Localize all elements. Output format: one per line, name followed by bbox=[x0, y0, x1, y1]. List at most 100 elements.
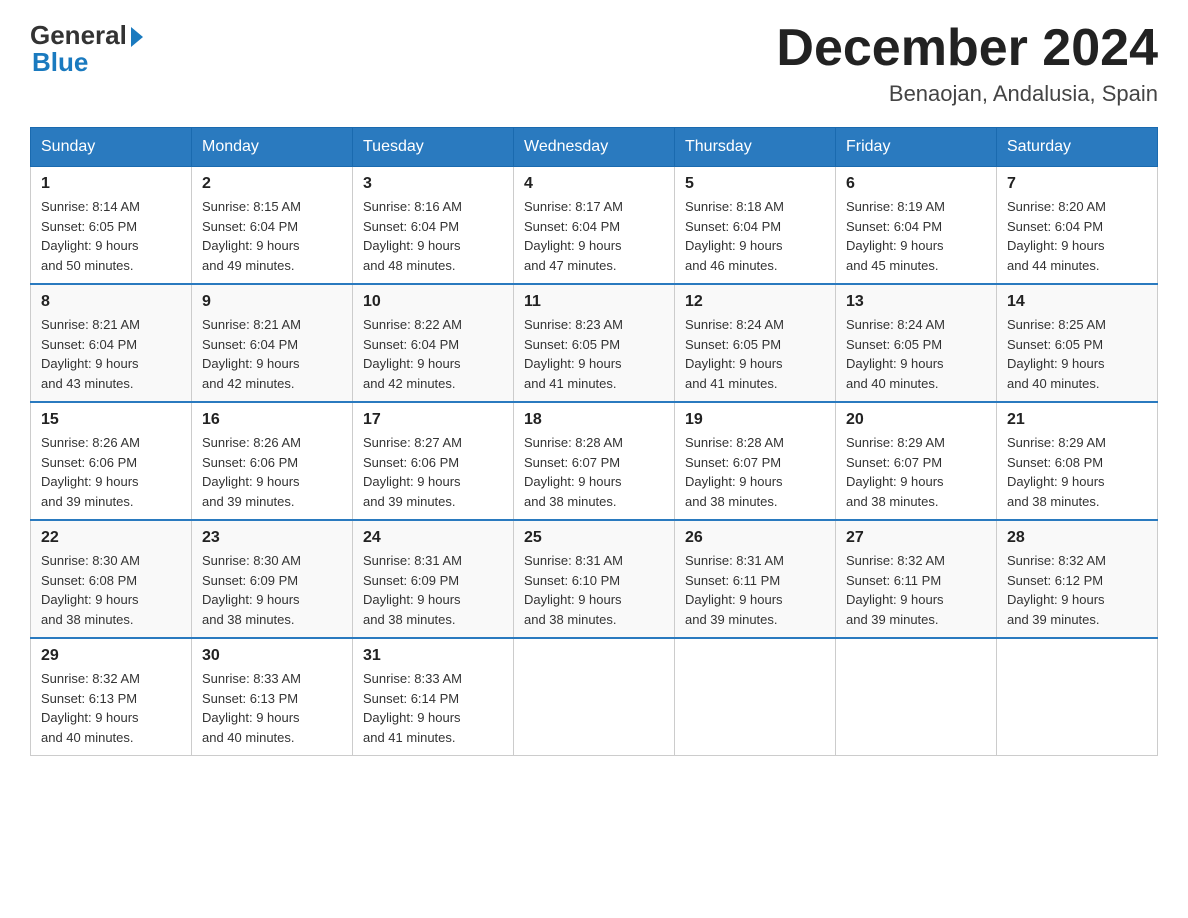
day-number: 3 bbox=[363, 175, 503, 193]
day-number: 25 bbox=[524, 529, 664, 547]
day-number: 11 bbox=[524, 293, 664, 311]
calendar-cell: 28 Sunrise: 8:32 AM Sunset: 6:12 PM Dayl… bbox=[997, 520, 1158, 638]
day-info: Sunrise: 8:18 AM Sunset: 6:04 PM Dayligh… bbox=[685, 197, 825, 275]
day-info: Sunrise: 8:24 AM Sunset: 6:05 PM Dayligh… bbox=[685, 315, 825, 393]
weekday-header-tuesday: Tuesday bbox=[353, 128, 514, 167]
calendar-header-row: SundayMondayTuesdayWednesdayThursdayFrid… bbox=[31, 128, 1158, 167]
day-info: Sunrise: 8:22 AM Sunset: 6:04 PM Dayligh… bbox=[363, 315, 503, 393]
day-number: 27 bbox=[846, 529, 986, 547]
day-number: 19 bbox=[685, 411, 825, 429]
day-info: Sunrise: 8:21 AM Sunset: 6:04 PM Dayligh… bbox=[202, 315, 342, 393]
calendar-cell: 29 Sunrise: 8:32 AM Sunset: 6:13 PM Dayl… bbox=[31, 638, 192, 756]
page-header: General Blue December 2024 Benaojan, And… bbox=[30, 20, 1158, 107]
day-number: 17 bbox=[363, 411, 503, 429]
calendar-cell: 24 Sunrise: 8:31 AM Sunset: 6:09 PM Dayl… bbox=[353, 520, 514, 638]
day-info: Sunrise: 8:33 AM Sunset: 6:14 PM Dayligh… bbox=[363, 669, 503, 747]
day-number: 1 bbox=[41, 175, 181, 193]
calendar-cell: 19 Sunrise: 8:28 AM Sunset: 6:07 PM Dayl… bbox=[675, 402, 836, 520]
day-info: Sunrise: 8:31 AM Sunset: 6:11 PM Dayligh… bbox=[685, 551, 825, 629]
month-title: December 2024 bbox=[776, 20, 1158, 77]
day-info: Sunrise: 8:28 AM Sunset: 6:07 PM Dayligh… bbox=[685, 433, 825, 511]
calendar-cell: 17 Sunrise: 8:27 AM Sunset: 6:06 PM Dayl… bbox=[353, 402, 514, 520]
calendar-cell: 15 Sunrise: 8:26 AM Sunset: 6:06 PM Dayl… bbox=[31, 402, 192, 520]
weekday-header-wednesday: Wednesday bbox=[514, 128, 675, 167]
calendar-cell: 16 Sunrise: 8:26 AM Sunset: 6:06 PM Dayl… bbox=[192, 402, 353, 520]
day-number: 21 bbox=[1007, 411, 1147, 429]
weekday-header-sunday: Sunday bbox=[31, 128, 192, 167]
calendar-cell: 25 Sunrise: 8:31 AM Sunset: 6:10 PM Dayl… bbox=[514, 520, 675, 638]
day-number: 6 bbox=[846, 175, 986, 193]
logo-blue-text: Blue bbox=[32, 47, 88, 78]
day-info: Sunrise: 8:27 AM Sunset: 6:06 PM Dayligh… bbox=[363, 433, 503, 511]
day-info: Sunrise: 8:33 AM Sunset: 6:13 PM Dayligh… bbox=[202, 669, 342, 747]
day-number: 5 bbox=[685, 175, 825, 193]
weekday-header-friday: Friday bbox=[836, 128, 997, 167]
day-info: Sunrise: 8:32 AM Sunset: 6:13 PM Dayligh… bbox=[41, 669, 181, 747]
day-number: 10 bbox=[363, 293, 503, 311]
calendar-cell: 14 Sunrise: 8:25 AM Sunset: 6:05 PM Dayl… bbox=[997, 284, 1158, 402]
day-number: 22 bbox=[41, 529, 181, 547]
day-number: 15 bbox=[41, 411, 181, 429]
day-info: Sunrise: 8:32 AM Sunset: 6:11 PM Dayligh… bbox=[846, 551, 986, 629]
day-info: Sunrise: 8:30 AM Sunset: 6:08 PM Dayligh… bbox=[41, 551, 181, 629]
calendar-cell bbox=[836, 638, 997, 756]
calendar-cell: 8 Sunrise: 8:21 AM Sunset: 6:04 PM Dayli… bbox=[31, 284, 192, 402]
day-info: Sunrise: 8:26 AM Sunset: 6:06 PM Dayligh… bbox=[41, 433, 181, 511]
calendar-cell: 11 Sunrise: 8:23 AM Sunset: 6:05 PM Dayl… bbox=[514, 284, 675, 402]
logo: General Blue bbox=[30, 20, 143, 78]
weekday-header-thursday: Thursday bbox=[675, 128, 836, 167]
weekday-header-monday: Monday bbox=[192, 128, 353, 167]
calendar-table: SundayMondayTuesdayWednesdayThursdayFrid… bbox=[30, 127, 1158, 756]
calendar-cell: 1 Sunrise: 8:14 AM Sunset: 6:05 PM Dayli… bbox=[31, 167, 192, 285]
day-info: Sunrise: 8:30 AM Sunset: 6:09 PM Dayligh… bbox=[202, 551, 342, 629]
calendar-cell bbox=[675, 638, 836, 756]
day-info: Sunrise: 8:29 AM Sunset: 6:08 PM Dayligh… bbox=[1007, 433, 1147, 511]
day-info: Sunrise: 8:15 AM Sunset: 6:04 PM Dayligh… bbox=[202, 197, 342, 275]
calendar-cell: 26 Sunrise: 8:31 AM Sunset: 6:11 PM Dayl… bbox=[675, 520, 836, 638]
location-text: Benaojan, Andalusia, Spain bbox=[776, 81, 1158, 107]
calendar-cell bbox=[514, 638, 675, 756]
calendar-cell: 21 Sunrise: 8:29 AM Sunset: 6:08 PM Dayl… bbox=[997, 402, 1158, 520]
calendar-week-row: 8 Sunrise: 8:21 AM Sunset: 6:04 PM Dayli… bbox=[31, 284, 1158, 402]
day-number: 29 bbox=[41, 647, 181, 665]
day-info: Sunrise: 8:26 AM Sunset: 6:06 PM Dayligh… bbox=[202, 433, 342, 511]
calendar-cell: 23 Sunrise: 8:30 AM Sunset: 6:09 PM Dayl… bbox=[192, 520, 353, 638]
day-number: 16 bbox=[202, 411, 342, 429]
day-number: 2 bbox=[202, 175, 342, 193]
calendar-week-row: 22 Sunrise: 8:30 AM Sunset: 6:08 PM Dayl… bbox=[31, 520, 1158, 638]
day-info: Sunrise: 8:20 AM Sunset: 6:04 PM Dayligh… bbox=[1007, 197, 1147, 275]
calendar-cell: 4 Sunrise: 8:17 AM Sunset: 6:04 PM Dayli… bbox=[514, 167, 675, 285]
day-info: Sunrise: 8:17 AM Sunset: 6:04 PM Dayligh… bbox=[524, 197, 664, 275]
day-number: 20 bbox=[846, 411, 986, 429]
day-info: Sunrise: 8:14 AM Sunset: 6:05 PM Dayligh… bbox=[41, 197, 181, 275]
calendar-cell: 31 Sunrise: 8:33 AM Sunset: 6:14 PM Dayl… bbox=[353, 638, 514, 756]
day-number: 26 bbox=[685, 529, 825, 547]
day-info: Sunrise: 8:19 AM Sunset: 6:04 PM Dayligh… bbox=[846, 197, 986, 275]
calendar-cell: 7 Sunrise: 8:20 AM Sunset: 6:04 PM Dayli… bbox=[997, 167, 1158, 285]
day-number: 18 bbox=[524, 411, 664, 429]
day-info: Sunrise: 8:29 AM Sunset: 6:07 PM Dayligh… bbox=[846, 433, 986, 511]
day-number: 24 bbox=[363, 529, 503, 547]
calendar-cell: 6 Sunrise: 8:19 AM Sunset: 6:04 PM Dayli… bbox=[836, 167, 997, 285]
weekday-header-saturday: Saturday bbox=[997, 128, 1158, 167]
calendar-cell: 30 Sunrise: 8:33 AM Sunset: 6:13 PM Dayl… bbox=[192, 638, 353, 756]
calendar-cell: 9 Sunrise: 8:21 AM Sunset: 6:04 PM Dayli… bbox=[192, 284, 353, 402]
logo-triangle-icon bbox=[131, 27, 143, 47]
calendar-week-row: 1 Sunrise: 8:14 AM Sunset: 6:05 PM Dayli… bbox=[31, 167, 1158, 285]
day-number: 8 bbox=[41, 293, 181, 311]
day-number: 4 bbox=[524, 175, 664, 193]
day-number: 28 bbox=[1007, 529, 1147, 547]
day-info: Sunrise: 8:28 AM Sunset: 6:07 PM Dayligh… bbox=[524, 433, 664, 511]
day-number: 13 bbox=[846, 293, 986, 311]
calendar-cell: 27 Sunrise: 8:32 AM Sunset: 6:11 PM Dayl… bbox=[836, 520, 997, 638]
day-info: Sunrise: 8:24 AM Sunset: 6:05 PM Dayligh… bbox=[846, 315, 986, 393]
day-info: Sunrise: 8:21 AM Sunset: 6:04 PM Dayligh… bbox=[41, 315, 181, 393]
day-info: Sunrise: 8:23 AM Sunset: 6:05 PM Dayligh… bbox=[524, 315, 664, 393]
calendar-cell: 18 Sunrise: 8:28 AM Sunset: 6:07 PM Dayl… bbox=[514, 402, 675, 520]
calendar-cell bbox=[997, 638, 1158, 756]
calendar-cell: 3 Sunrise: 8:16 AM Sunset: 6:04 PM Dayli… bbox=[353, 167, 514, 285]
calendar-cell: 13 Sunrise: 8:24 AM Sunset: 6:05 PM Dayl… bbox=[836, 284, 997, 402]
day-number: 23 bbox=[202, 529, 342, 547]
day-number: 14 bbox=[1007, 293, 1147, 311]
title-section: December 2024 Benaojan, Andalusia, Spain bbox=[776, 20, 1158, 107]
